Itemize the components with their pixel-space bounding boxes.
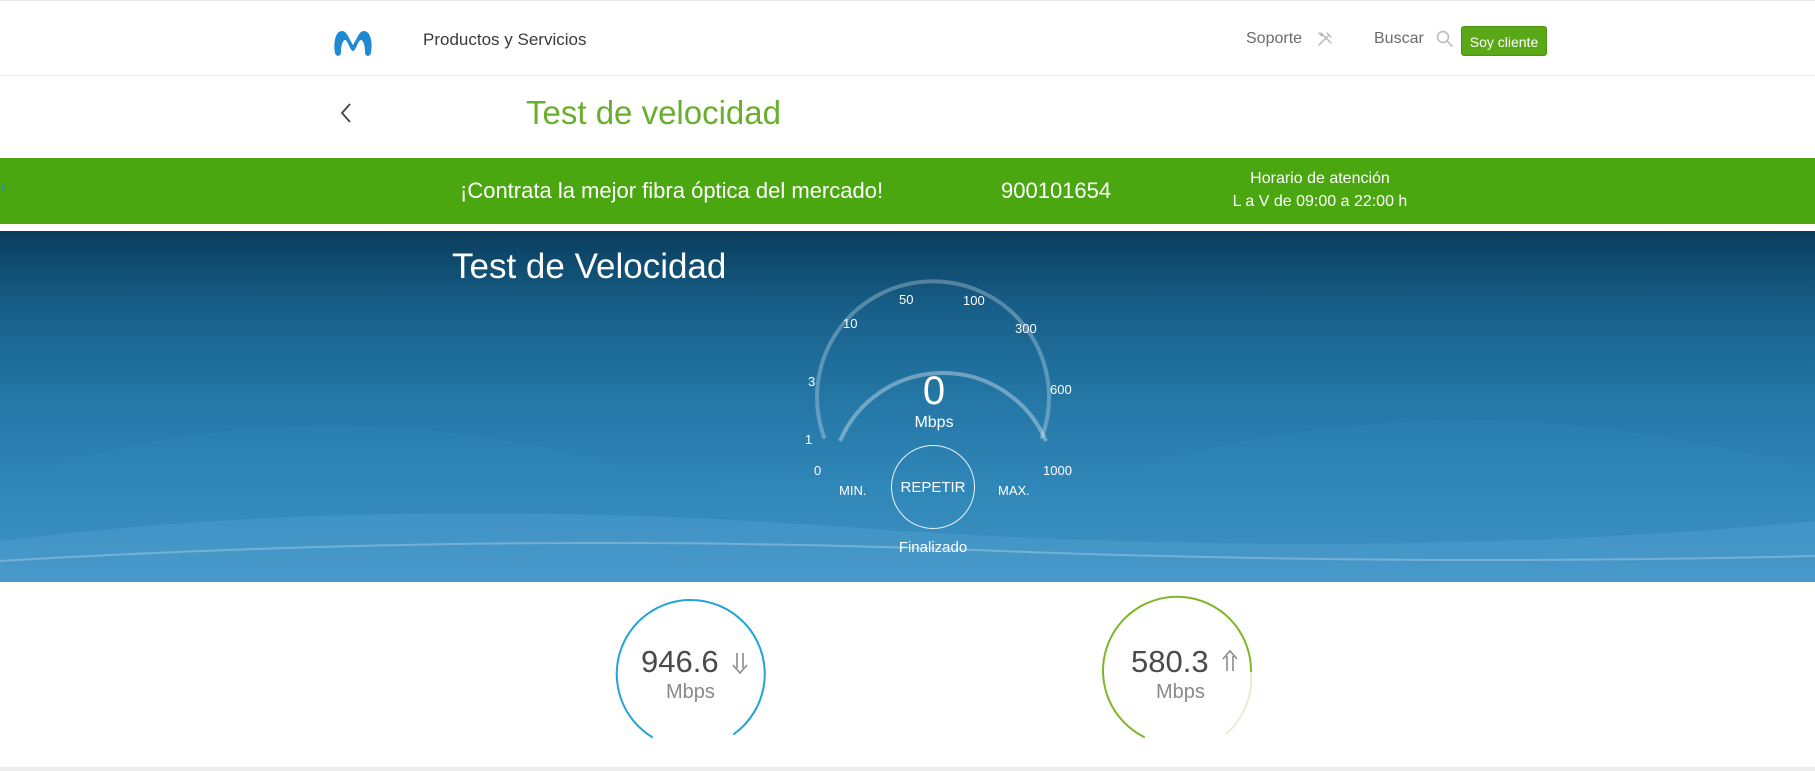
upload-speed-value: 580.3: [1131, 644, 1209, 679]
gauge-max-label: MAX.: [998, 483, 1030, 498]
upload-ring-remainder: [1225, 671, 1253, 735]
results-rings: [615, 595, 1253, 738]
upload-speed-unit: Mbps: [1156, 681, 1205, 703]
gauge-min-label: MIN.: [839, 483, 867, 498]
footer-divider: [0, 767, 1815, 771]
download-speed-value: 946.6: [641, 644, 719, 679]
current-speed-unit: Mbps: [914, 414, 954, 431]
client-login-button[interactable]: Soy cliente: [1461, 26, 1547, 56]
gauge-tick-600: 600: [1050, 382, 1072, 397]
repeat-test-button[interactable]: REPETIR: [891, 445, 975, 529]
search-icon[interactable]: [1436, 30, 1454, 48]
promo-text[interactable]: ¡Contrata la mejor fibra óptica del merc…: [460, 178, 883, 204]
download-arrow-icon: [732, 653, 748, 675]
nav-support[interactable]: Soporte: [1246, 30, 1302, 48]
promo-hours-time: L a V de 09:00 a 22:00 h: [1232, 193, 1408, 210]
speed-test-title: Test de Velocidad: [452, 247, 727, 286]
gauge-tick-3: 3: [808, 374, 815, 389]
test-status: Finalizado: [898, 539, 968, 556]
movistar-logo[interactable]: [330, 23, 376, 59]
speed-test-hero: 0 1 3 10 50 100 300 600 1000 Test de Vel…: [0, 231, 1815, 582]
nav-products-services[interactable]: Productos y Servicios: [423, 30, 586, 50]
chevron-left-icon[interactable]: ‹: [0, 176, 6, 197]
nav-search[interactable]: Buscar: [1374, 30, 1424, 48]
gauge-tick-1000: 1000: [1043, 463, 1072, 478]
gauge-tick-10: 10: [843, 316, 857, 331]
gauge-tick-0: 0: [814, 463, 821, 478]
gauge-tick-100: 100: [963, 293, 985, 308]
tools-icon[interactable]: [1316, 30, 1334, 48]
chevron-left-icon[interactable]: [336, 100, 358, 126]
promo-hours-title: Horario de atención: [1250, 170, 1390, 187]
page-title: Test de velocidad: [526, 94, 781, 131]
current-speed-value: 0: [922, 369, 946, 413]
download-speed-unit: Mbps: [666, 681, 715, 703]
promo-banner: ‹ ¡Contrata la mejor fibra óptica del me…: [0, 158, 1815, 224]
top-navigation-bar: Productos y Servicios Soporte Buscar Soy…: [0, 0, 1815, 76]
upload-arrow-icon: [1222, 649, 1238, 671]
gauge-tick-1: 1: [805, 432, 812, 447]
gauge-tick-50: 50: [899, 292, 913, 307]
gauge-tick-300: 300: [1015, 321, 1037, 336]
